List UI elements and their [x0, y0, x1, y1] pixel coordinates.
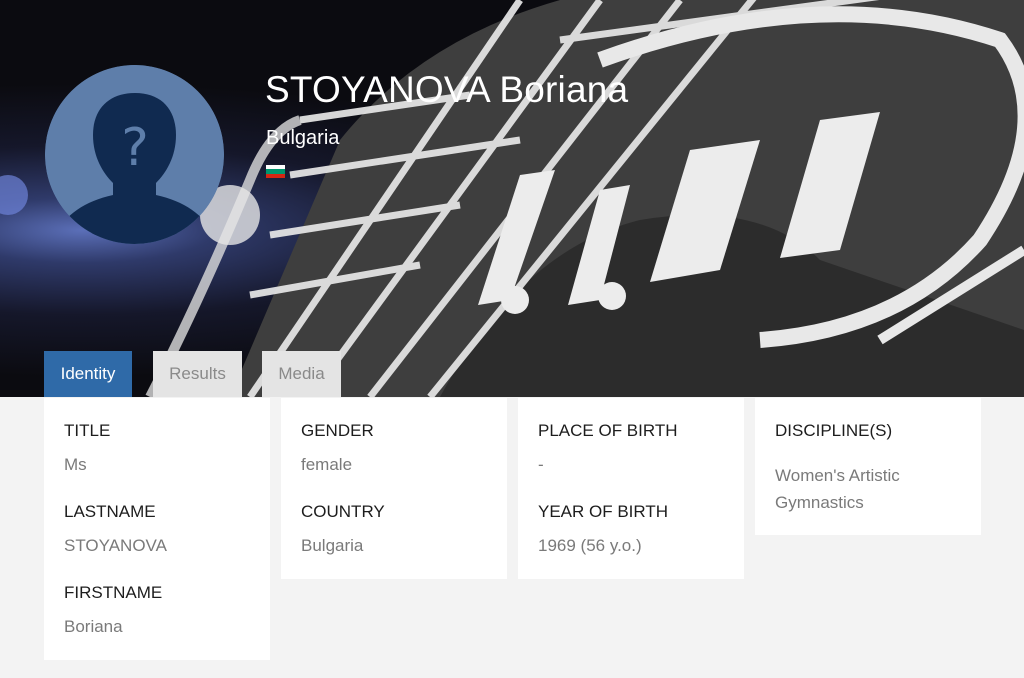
identity-card-birth: PLACE OF BIRTH - YEAR OF BIRTH 1969 (56 …	[518, 398, 744, 579]
gender-field: GENDER female	[301, 420, 487, 476]
year-of-birth-field: YEAR OF BIRTH 1969 (56 y.o.)	[538, 501, 724, 557]
title-field: TITLE Ms	[64, 420, 250, 476]
identity-card-gender: GENDER female COUNTRY Bulgaria	[281, 398, 507, 579]
tab-media[interactable]: Media	[262, 351, 341, 397]
place-of-birth-value: -	[538, 455, 544, 474]
gender-label: GENDER	[301, 421, 374, 440]
svg-text:?: ?	[121, 118, 149, 178]
gender-value: female	[301, 455, 353, 474]
country-label: COUNTRY	[301, 502, 385, 521]
country-value: Bulgaria	[301, 536, 364, 555]
profile-banner: ? STOYANOVA Boriana Bulgaria	[0, 0, 1024, 397]
athlete-name: STOYANOVA Boriana	[265, 69, 629, 110]
title-value: Ms	[64, 455, 87, 474]
identity-card-names: TITLE Ms LASTNAME STOYANOVA FIRSTNAME Bo…	[44, 398, 270, 660]
avatar: ?	[45, 65, 224, 244]
disciplines-field: DISCIPLINE(S) Women's Artistic Gymnastic…	[775, 420, 961, 516]
year-of-birth-value: 1969 (56 y.o.)	[538, 536, 642, 555]
country-field: COUNTRY Bulgaria	[301, 501, 487, 557]
firstname-label: FIRSTNAME	[64, 583, 163, 602]
year-of-birth-label: YEAR OF BIRTH	[538, 502, 669, 521]
bulgaria-flag-icon	[266, 165, 285, 178]
tab-results[interactable]: Results	[153, 351, 242, 397]
title-label: TITLE	[64, 421, 111, 440]
place-of-birth-label: PLACE OF BIRTH	[538, 421, 678, 440]
tab-identity[interactable]: Identity	[44, 351, 132, 397]
place-of-birth-field: PLACE OF BIRTH -	[538, 420, 724, 476]
firstname-value: Boriana	[64, 617, 123, 636]
unknown-person-icon: ?	[45, 65, 224, 244]
identity-card-disciplines: DISCIPLINE(S) Women's Artistic Gymnastic…	[755, 398, 981, 535]
athlete-country: Bulgaria	[266, 127, 340, 149]
disciplines-label: DISCIPLINE(S)	[775, 421, 893, 440]
firstname-field: FIRSTNAME Boriana	[64, 582, 250, 638]
lastname-label: LASTNAME	[64, 502, 156, 521]
disciplines-value: Women's Artistic Gymnastics	[775, 466, 900, 512]
lastname-value: STOYANOVA	[64, 536, 167, 555]
lastname-field: LASTNAME STOYANOVA	[64, 501, 250, 557]
